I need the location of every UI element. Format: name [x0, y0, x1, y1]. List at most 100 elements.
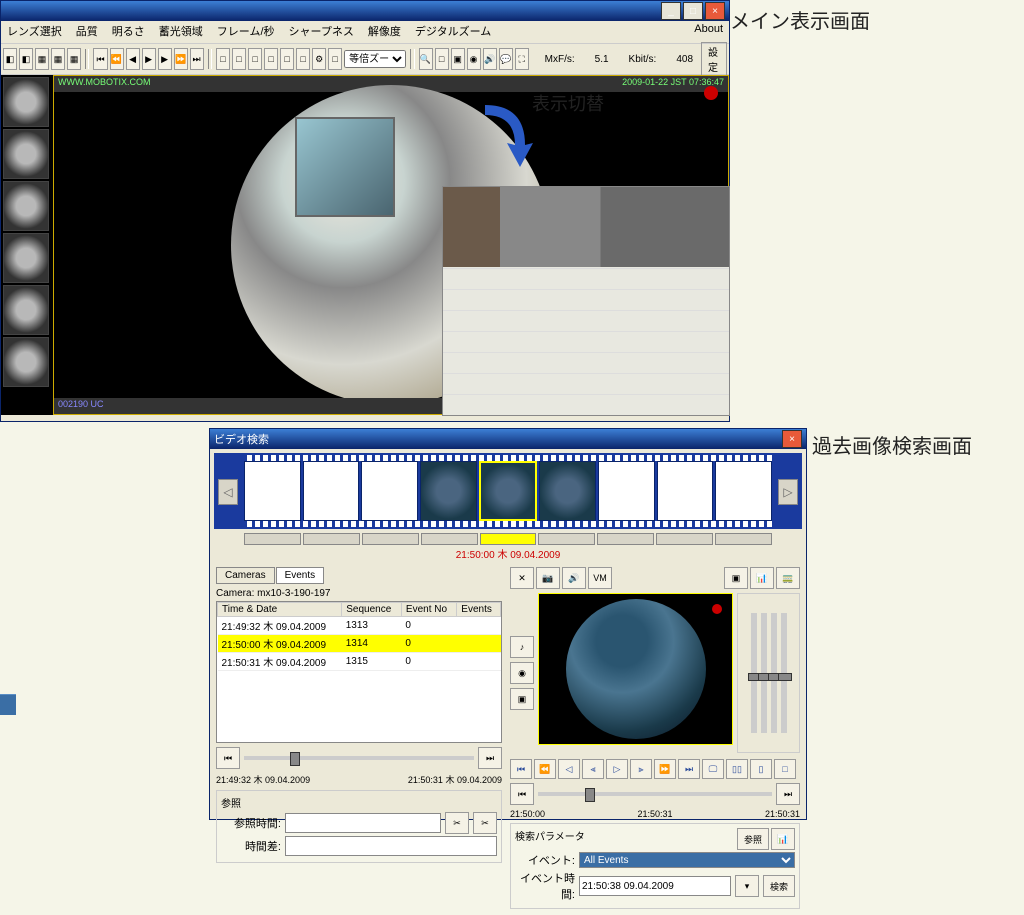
tool-btn[interactable]: 📊: [750, 567, 774, 589]
duration-input[interactable]: [285, 836, 497, 856]
filmstrip-frame[interactable]: [539, 461, 596, 521]
toolbar-btn[interactable]: □: [216, 48, 230, 70]
menu-fps[interactable]: フレーム/秒: [217, 23, 275, 41]
vertical-slider[interactable]: [751, 613, 757, 733]
menu-brightness[interactable]: 明るさ: [112, 23, 145, 41]
pb-display-btn[interactable]: 🖵: [702, 759, 724, 779]
vertical-slider[interactable]: [781, 613, 787, 733]
toolbar-btn[interactable]: ◉: [467, 48, 481, 70]
toolbar-prev-btn[interactable]: ⏪: [110, 48, 124, 70]
menu-lens[interactable]: レンズ選択: [7, 23, 62, 41]
search-close-button[interactable]: ×: [782, 430, 802, 448]
filmstrip-prev-button[interactable]: ◁: [218, 479, 238, 505]
camera-thumb[interactable]: [3, 285, 49, 335]
toolbar-first-btn[interactable]: ⏮: [93, 48, 107, 70]
tick[interactable]: [715, 533, 772, 545]
pb-last-btn[interactable]: ⏭: [678, 759, 700, 779]
pb-stop-btn[interactable]: □: [774, 759, 796, 779]
dropdown-icon[interactable]: ▾: [735, 875, 759, 897]
table-header[interactable]: Time & Date: [218, 603, 342, 617]
table-row[interactable]: 21:50:31 木 09.04.200913150: [218, 653, 501, 671]
toolbar-next-btn[interactable]: ⏩: [174, 48, 188, 70]
pb-first-btn[interactable]: ⏮: [510, 759, 532, 779]
maximize-button[interactable]: □: [683, 2, 703, 20]
tick[interactable]: [244, 533, 301, 545]
toolbar-btn[interactable]: □: [248, 48, 262, 70]
menu-zoom[interactable]: デジタルズーム: [415, 23, 491, 41]
timeline-slider[interactable]: [244, 756, 474, 760]
toolbar-btn[interactable]: ▣: [451, 48, 465, 70]
pb-pause-btn[interactable]: ▯: [750, 759, 772, 779]
slider-start-btn[interactable]: ⏮: [216, 747, 240, 769]
filmstrip-next-button[interactable]: ▷: [778, 479, 798, 505]
cut-icon[interactable]: ✂: [473, 812, 497, 834]
toolbar-btn[interactable]: ⚙: [312, 48, 326, 70]
preview-pane[interactable]: [538, 593, 733, 745]
toolbar-btn[interactable]: ▦: [35, 48, 49, 70]
search-button[interactable]: 検索: [763, 875, 795, 897]
tool-btn[interactable]: ▣: [724, 567, 748, 589]
pb-play-btn[interactable]: ▷: [606, 759, 628, 779]
tick[interactable]: [421, 533, 478, 545]
pb-step-fwd-btn[interactable]: ⫸: [630, 759, 652, 779]
menu-quality[interactable]: 品質: [76, 23, 98, 41]
tick[interactable]: [597, 533, 654, 545]
scissors-icon[interactable]: ✂: [445, 812, 469, 834]
camera-thumb[interactable]: [3, 233, 49, 283]
toolbar-btn[interactable]: ◧: [19, 48, 33, 70]
camera-thumb[interactable]: [3, 181, 49, 231]
filmstrip-frame[interactable]: [361, 461, 418, 521]
side-btn[interactable]: ▣: [510, 688, 534, 710]
filmstrip-frame[interactable]: [303, 461, 360, 521]
pb-back-btn[interactable]: ◁: [558, 759, 580, 779]
toolbar-play-btn[interactable]: ▶: [142, 48, 156, 70]
toolbar-btn[interactable]: □: [328, 48, 342, 70]
event-select[interactable]: All Events: [579, 852, 795, 868]
ref-button[interactable]: 参照: [737, 828, 769, 850]
toolbar-btn[interactable]: ▦: [51, 48, 65, 70]
slider-end-btn[interactable]: ⏭: [776, 783, 800, 805]
event-table[interactable]: Time & DateSequenceEvent NoEvents21:49:3…: [216, 601, 502, 743]
toolbar-btn[interactable]: 🔊: [483, 48, 497, 70]
menu-about[interactable]: About: [694, 23, 723, 41]
filmstrip-frame[interactable]: [420, 461, 477, 521]
toolbar-btn[interactable]: □: [280, 48, 294, 70]
toolbar-btn[interactable]: □: [264, 48, 278, 70]
close-button[interactable]: ×: [705, 2, 725, 20]
toolbar-btn[interactable]: ▦: [67, 48, 81, 70]
settings-tab[interactable]: 設定: [701, 42, 727, 76]
tick[interactable]: [362, 533, 419, 545]
camera-thumb[interactable]: [3, 129, 49, 179]
tool-btn[interactable]: ✕: [510, 567, 534, 589]
tick[interactable]: [303, 533, 360, 545]
filmstrip-frame-selected[interactable]: [479, 461, 538, 521]
filmstrip-frame[interactable]: [244, 461, 301, 521]
slider-start-btn[interactable]: ⏮: [510, 783, 534, 805]
toolbar-btn[interactable]: 💬: [499, 48, 513, 70]
vertical-slider[interactable]: [761, 613, 767, 733]
table-row[interactable]: 21:49:32 木 09.04.200913130: [218, 617, 501, 635]
camera-thumb[interactable]: [3, 337, 49, 387]
event-time-input[interactable]: [579, 876, 731, 896]
tab-cameras[interactable]: Cameras: [216, 567, 275, 584]
toolbar-last-btn[interactable]: ⏭: [190, 48, 204, 70]
pb-rewind-btn[interactable]: ⏪: [534, 759, 556, 779]
vm-btn[interactable]: VM: [588, 567, 612, 589]
filmstrip-frame[interactable]: [657, 461, 714, 521]
toolbar-btn[interactable]: 🔍: [419, 48, 433, 70]
pb-step-back-btn[interactable]: ⫷: [582, 759, 604, 779]
toolbar-btn[interactable]: □: [232, 48, 246, 70]
menu-resolution[interactable]: 解像度: [368, 23, 401, 41]
toolbar-btn[interactable]: □: [435, 48, 449, 70]
pb-mode-btn[interactable]: ▯▯: [726, 759, 748, 779]
vertical-slider[interactable]: [771, 613, 777, 733]
minimize-button[interactable]: _: [661, 2, 681, 20]
table-row[interactable]: 21:50:00 木 09.04.200913140: [218, 635, 501, 653]
toolbar-btn[interactable]: ◧: [3, 48, 17, 70]
side-btn[interactable]: ♪: [510, 636, 534, 658]
side-btn[interactable]: ◉: [510, 662, 534, 684]
table-header[interactable]: Events: [457, 603, 501, 617]
camera-icon[interactable]: 📷: [536, 567, 560, 589]
zoom-select[interactable]: 等倍ズー: [344, 50, 406, 68]
tab-events[interactable]: Events: [276, 567, 325, 584]
